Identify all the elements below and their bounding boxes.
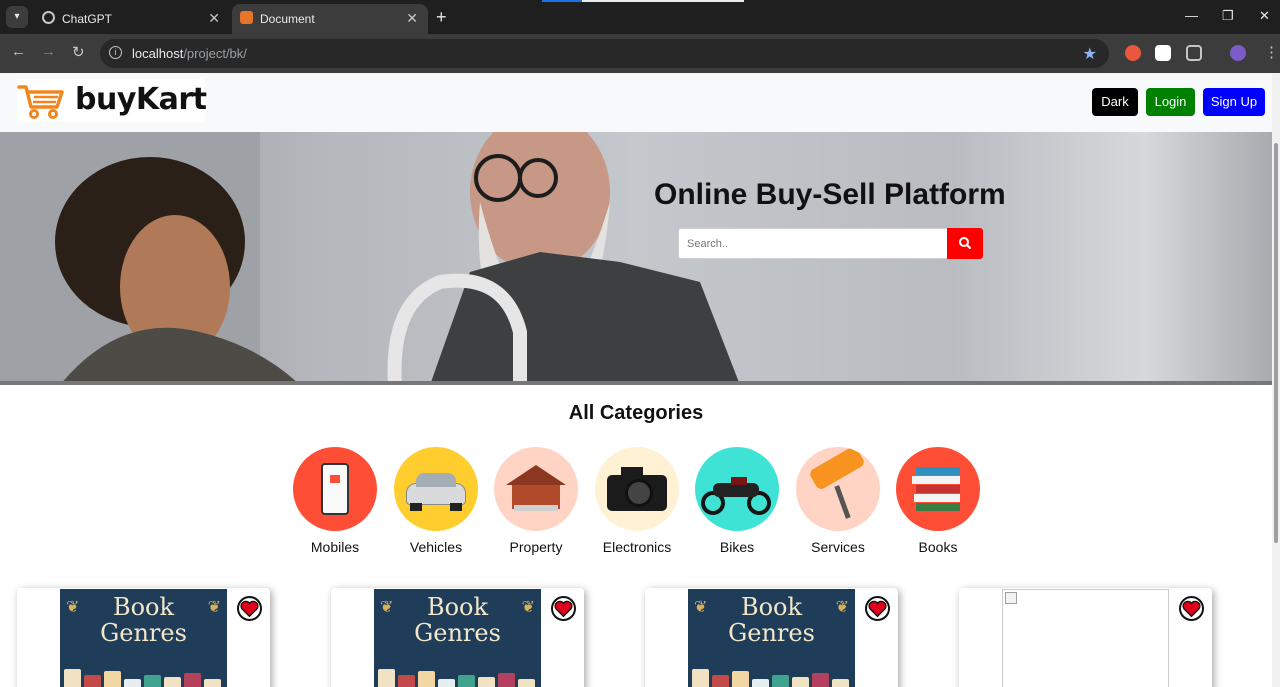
url-text: localhost/project/bk/ <box>132 46 247 61</box>
forward-icon[interactable]: → <box>41 43 56 60</box>
browser-menu-icon[interactable]: ⋮ <box>1264 43 1279 61</box>
category-label: Bikes <box>719 539 755 555</box>
product-image: ❦ ❦ Book Genres <box>374 589 541 687</box>
dark-mode-button[interactable]: Dark <box>1092 88 1138 116</box>
car-icon <box>394 447 478 531</box>
back-icon[interactable]: ← <box>11 43 26 60</box>
close-tab-icon[interactable]: ✕ <box>406 10 418 27</box>
product-image: ❦ ❦ Book Genres <box>688 589 855 687</box>
logo-text: buyKart <box>75 82 207 117</box>
search-icon <box>959 237 972 250</box>
camera-icon <box>595 447 679 531</box>
minimize-icon[interactable]: — <box>1185 8 1198 23</box>
category-label: Mobiles <box>310 539 360 555</box>
close-tab-icon[interactable]: ✕ <box>208 10 220 27</box>
paint-roller-icon <box>796 447 880 531</box>
chatgpt-favicon-icon <box>42 11 55 24</box>
image-text: Genres <box>100 619 187 647</box>
house-icon <box>494 447 578 531</box>
tab-search-button[interactable]: ▾ <box>6 6 28 28</box>
cart-icon <box>17 85 64 119</box>
web-page: buyKart Dark Login Sign Up Online Buy-Se… <box>0 73 1272 687</box>
wishlist-heart-icon[interactable] <box>1179 596 1204 621</box>
image-text: Book <box>112 593 175 621</box>
motorbike-icon <box>695 447 779 531</box>
category-vehicles[interactable]: Vehicles <box>386 447 486 555</box>
category-label: Property <box>509 539 563 555</box>
tab-document[interactable]: Document ✕ <box>232 4 428 34</box>
wishlist-heart-icon[interactable] <box>237 596 262 621</box>
site-logo[interactable]: buyKart <box>17 79 207 122</box>
reload-icon[interactable]: ↻ <box>72 43 85 61</box>
product-card[interactable]: ❦ ❦ Book Genres <box>331 588 584 687</box>
extensions-puzzle-icon[interactable] <box>1186 45 1202 61</box>
product-card[interactable]: ❦ ❦ Book Genres <box>17 588 270 687</box>
search-button[interactable] <box>947 228 983 259</box>
category-label: Vehicles <box>409 539 463 555</box>
category-electronics[interactable]: Electronics <box>587 447 687 555</box>
category-books[interactable]: Books <box>888 447 988 555</box>
site-info-icon[interactable]: i <box>109 46 122 59</box>
wishlist-heart-icon[interactable] <box>865 596 890 621</box>
login-button[interactable]: Login <box>1146 88 1195 116</box>
hero-photo <box>0 132 1272 385</box>
bookmark-star-icon[interactable]: ★ <box>1083 44 1097 64</box>
image-text: Genres <box>728 619 815 647</box>
image-text: Book <box>426 593 489 621</box>
hero-banner: Online Buy-Sell Platform <box>0 132 1272 385</box>
books-icon <box>896 447 980 531</box>
category-label: Services <box>811 539 865 555</box>
loading-progress-bar <box>542 0 744 2</box>
categories-title: All Categories <box>568 402 704 424</box>
profile-avatar[interactable] <box>1230 45 1246 61</box>
product-card[interactable] <box>959 588 1212 687</box>
restore-icon[interactable]: ❐ <box>1222 8 1234 24</box>
extension-fox-icon[interactable] <box>1125 45 1141 61</box>
product-image-broken <box>1002 589 1169 687</box>
tab-title: Document <box>260 12 315 26</box>
new-tab-icon[interactable]: + <box>436 7 447 28</box>
page-scrollbar[interactable] <box>1272 73 1280 687</box>
signup-button[interactable]: Sign Up <box>1203 88 1265 116</box>
category-label: Books <box>918 539 958 555</box>
mobile-phone-icon <box>293 447 377 531</box>
category-property[interactable]: Property <box>486 447 586 555</box>
extension-dice-icon[interactable] <box>1155 45 1171 61</box>
tab-title: ChatGPT <box>62 12 113 26</box>
browser-toolbar: ← → ↻ i localhost/project/bk/ ★ ⋮ <box>0 34 1280 73</box>
image-text: Genres <box>414 619 501 647</box>
broken-image-icon <box>1005 592 1017 604</box>
tab-chatgpt[interactable]: ChatGPT ✕ <box>34 4 230 34</box>
image-text: Book <box>740 593 803 621</box>
hero-title: Online Buy-Sell Platform <box>654 178 1006 211</box>
search-input[interactable] <box>678 228 948 259</box>
product-card[interactable]: ❦ ❦ Book Genres <box>645 588 898 687</box>
category-mobiles[interactable]: Mobiles <box>285 447 385 555</box>
site-header: buyKart Dark Login Sign Up <box>0 73 1272 132</box>
address-bar[interactable]: i localhost/project/bk/ ★ <box>100 39 1109 68</box>
category-label: Electronics <box>602 539 672 555</box>
document-favicon-icon <box>240 11 253 24</box>
close-window-icon[interactable]: ✕ <box>1259 8 1270 24</box>
category-bikes[interactable]: Bikes <box>687 447 787 555</box>
product-image: ❦ ❦ Book Genres <box>60 589 227 687</box>
browser-tab-bar: ▾ ChatGPT ✕ Document ✕ + — ❐ ✕ <box>0 0 1280 34</box>
category-services[interactable]: Services <box>788 447 888 555</box>
wishlist-heart-icon[interactable] <box>551 596 576 621</box>
